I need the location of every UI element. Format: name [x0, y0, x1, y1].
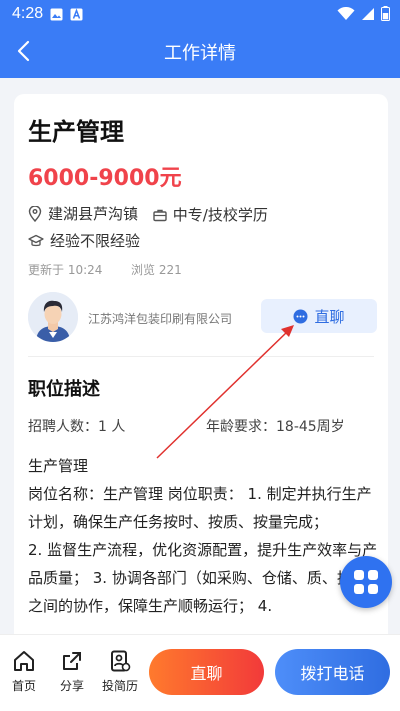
avatar[interactable]: [28, 292, 78, 342]
tab-resume-label: 投简历: [101, 679, 138, 693]
job-description: 生产管理 岗位名称：生产管理 岗位职责： 1. 制定并执行生产计划，确保生产任务…: [28, 457, 378, 615]
share-icon: [63, 652, 81, 670]
education-meta: 中专/技校学历: [153, 203, 268, 227]
nav-bar: 工作详情: [0, 28, 400, 74]
chat-label: 直聊: [314, 307, 345, 326]
location-text: 建湖县芦沟镇: [48, 205, 139, 223]
person-icon: [28, 292, 78, 342]
status-time: 4:28: [12, 5, 44, 22]
location-meta: 建湖县芦沟镇: [28, 202, 138, 226]
app-header: 4:28 工作详情: [0, 0, 400, 78]
page-title: 工作详情: [164, 43, 236, 64]
wifi-icon: [337, 6, 355, 20]
tab-resume[interactable]: 投简历: [96, 649, 144, 694]
experience-meta: 经验不限经验: [28, 229, 140, 253]
view-count: 浏览 221: [131, 263, 182, 277]
tab-home[interactable]: 首页: [0, 649, 48, 694]
chat-bubble-icon: [293, 309, 308, 323]
bottom-bar: 首页 分享 投简历 直聊 拨打电话: [0, 634, 400, 711]
age-requirement: 年龄要求：18-45周岁: [206, 419, 345, 435]
status-icons: [337, 6, 390, 21]
grid-dot: [354, 584, 364, 594]
job-title: 生产管理: [28, 118, 124, 146]
headcount: 招聘人数：1 人: [28, 419, 126, 435]
section-title: 职位描述: [28, 379, 100, 400]
tab-share-label: 分享: [59, 679, 84, 693]
signal-icon: [362, 7, 374, 20]
education-text: 中专/技校学历: [172, 206, 268, 224]
grid-dot: [354, 570, 364, 580]
updated-time: 更新于 10:24: [28, 263, 103, 277]
a-icon: [70, 8, 83, 21]
company-row: 江苏鸿洋包装印刷有限公司 直聊: [28, 292, 378, 344]
battery-icon: [381, 6, 390, 21]
salary: 6000-9000元: [28, 166, 182, 191]
divider: [28, 356, 374, 357]
job-meta: 建湖县芦沟镇 中专/技校学历 经验不限经验: [28, 202, 378, 255]
home-icon: [14, 651, 34, 671]
job-card: 生产管理 6000-9000元 建湖县芦沟镇 中专/技校学历 经验不限经验 更新…: [14, 94, 388, 654]
chat-button[interactable]: 直聊: [149, 649, 264, 695]
call-button[interactable]: 拨打电话: [275, 649, 390, 695]
location-pin-icon: [28, 206, 42, 222]
floating-menu-button[interactable]: [340, 556, 392, 608]
resume-icon: [111, 650, 131, 672]
company-name[interactable]: 江苏鸿洋包装印刷有限公司: [88, 310, 232, 327]
grid-dot: [368, 570, 378, 580]
status-bar: 4:28: [0, 0, 400, 28]
image-icon: [50, 8, 63, 21]
experience-text: 经验不限经验: [50, 232, 141, 250]
tab-home-label: 首页: [11, 679, 36, 693]
grid-dot: [368, 584, 378, 594]
tab-share[interactable]: 分享: [48, 649, 96, 694]
company-chat-button[interactable]: 直聊: [261, 299, 377, 333]
briefcase-icon: [153, 209, 167, 222]
graduation-cap-icon: [28, 234, 44, 247]
